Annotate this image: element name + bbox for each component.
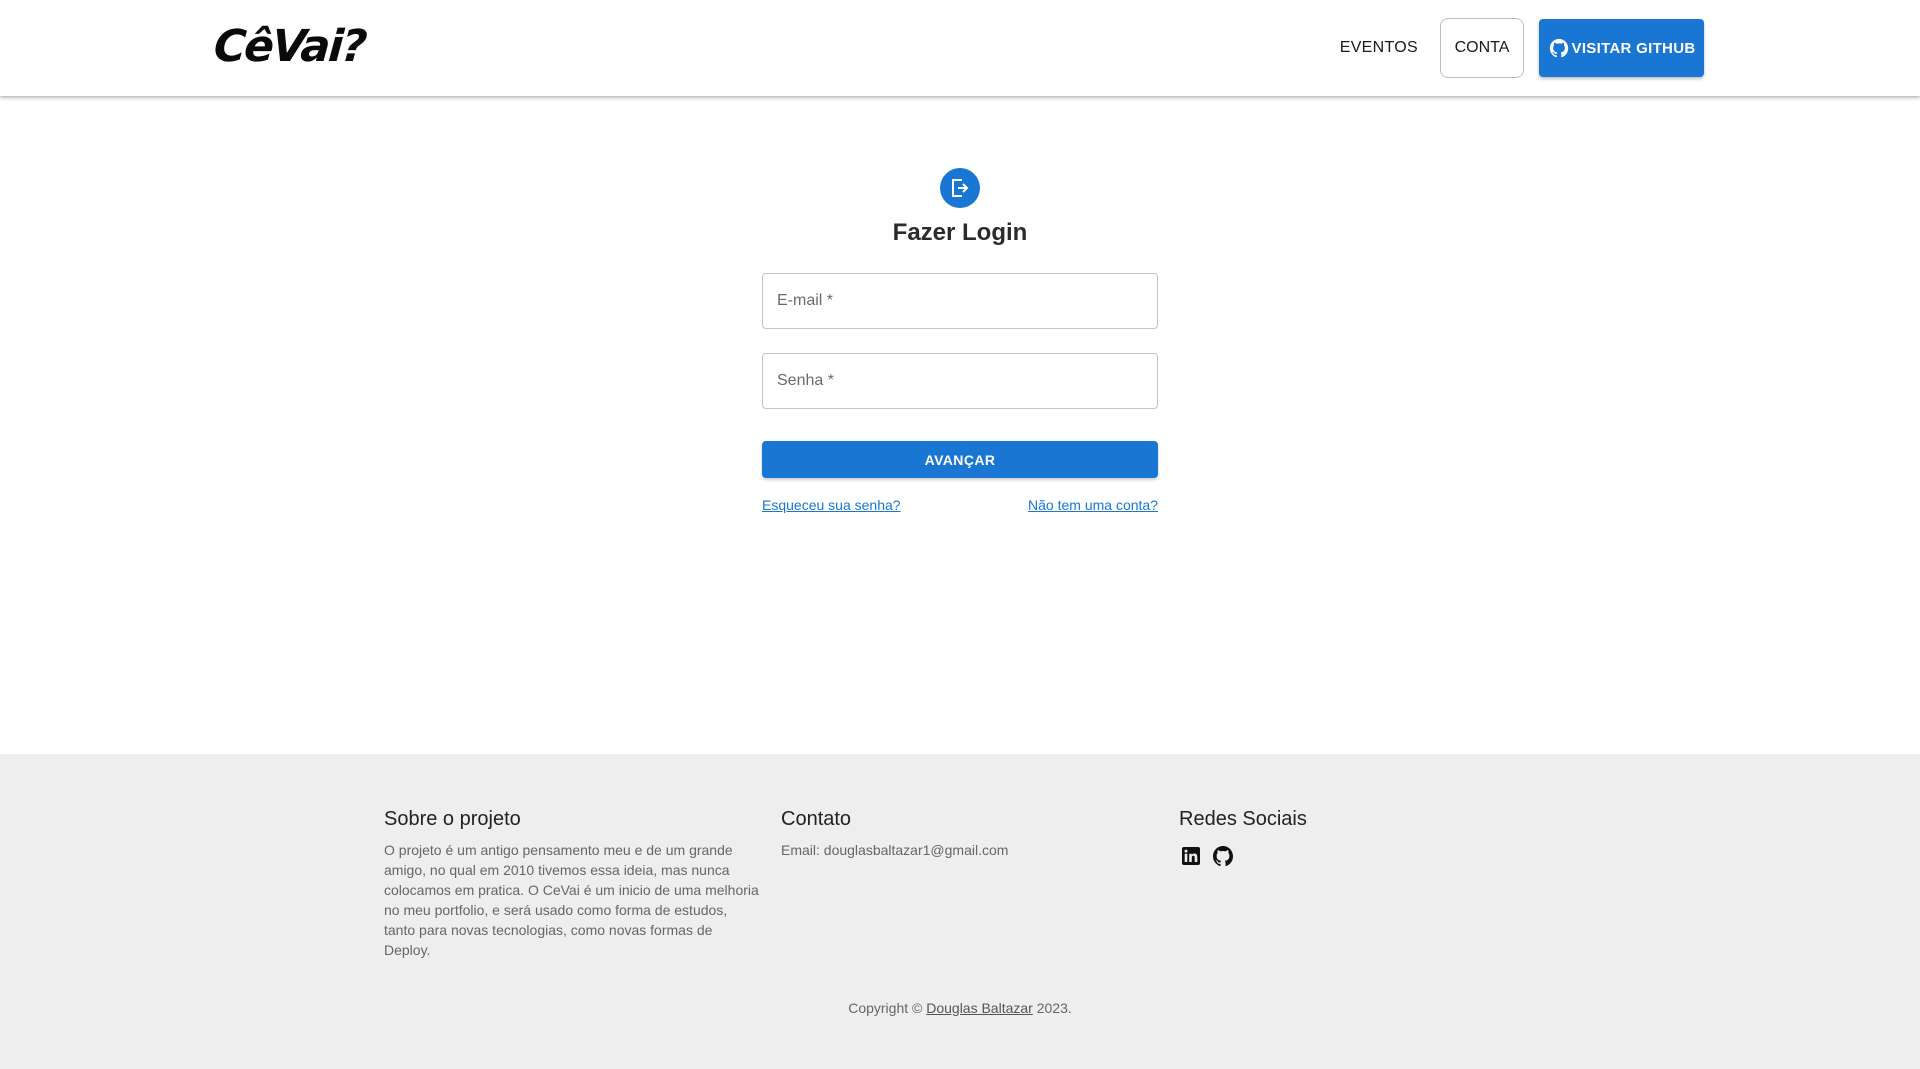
password-field[interactable]: Senha *: [762, 353, 1158, 409]
copyright-prefix: Copyright ©: [848, 1000, 923, 1016]
email-label: E-mail *: [777, 292, 834, 309]
login-links: Esqueceu sua senha? Não tem uma conta?: [762, 497, 1158, 513]
footer-contact-title: Contato: [781, 808, 852, 830]
login-icon: [940, 168, 980, 208]
copyright: Copyright © Douglas Baltazar 2023.: [0, 1000, 1920, 1016]
email-field[interactable]: E-mail *: [762, 273, 1158, 329]
footer-social-title: Redes Sociais: [1179, 808, 1307, 830]
copyright-year: 2023.: [1036, 1000, 1072, 1016]
nav-eventos[interactable]: EVENTOS: [1322, 18, 1436, 78]
footer-contact-email: Email: douglasbaltazar1@gmail.com: [781, 842, 1009, 858]
nav-conta-label: CONTA: [1454, 39, 1510, 56]
password-label: Senha *: [777, 372, 834, 389]
social-links: [1179, 844, 1555, 868]
login-form: Fazer Login E-mail * Senha * AVANÇAR Esq…: [762, 168, 1158, 513]
footer-contact: Contato Email: douglasbaltazar1@gmail.co…: [781, 804, 1157, 860]
footer-about-title: Sobre o projeto: [384, 808, 521, 830]
top-nav: EVENTOS CONTA VISITAR GITHUB: [1322, 18, 1704, 78]
visit-github-label: VISITAR GITHUB: [1571, 39, 1696, 57]
footer: Sobre o projeto O projeto é um antigo pe…: [0, 754, 1920, 1069]
copyright-author-link[interactable]: Douglas Baltazar: [926, 1000, 1033, 1016]
app-header: CêVai? EVENTOS CONTA VISITAR GITHUB: [0, 0, 1920, 96]
login-arrow-icon: [952, 179, 969, 197]
signup-link[interactable]: Não tem uma conta?: [1028, 497, 1158, 513]
footer-about: Sobre o projeto O projeto é um antigo pe…: [384, 804, 760, 960]
visit-github-button[interactable]: VISITAR GITHUB: [1539, 19, 1704, 77]
footer-about-text: O projeto é um antigo pensamento meu e d…: [384, 842, 759, 958]
github-icon: [1549, 38, 1568, 58]
logo[interactable]: CêVai?: [212, 21, 367, 72]
submit-button[interactable]: AVANÇAR: [762, 441, 1158, 478]
github-icon[interactable]: [1211, 844, 1235, 868]
linkedin-icon[interactable]: [1179, 844, 1203, 868]
footer-social: Redes Sociais: [1179, 804, 1555, 868]
login-title: Fazer Login: [892, 219, 1028, 246]
nav-conta-button[interactable]: CONTA: [1440, 18, 1524, 78]
forgot-password-link[interactable]: Esqueceu sua senha?: [762, 497, 901, 513]
